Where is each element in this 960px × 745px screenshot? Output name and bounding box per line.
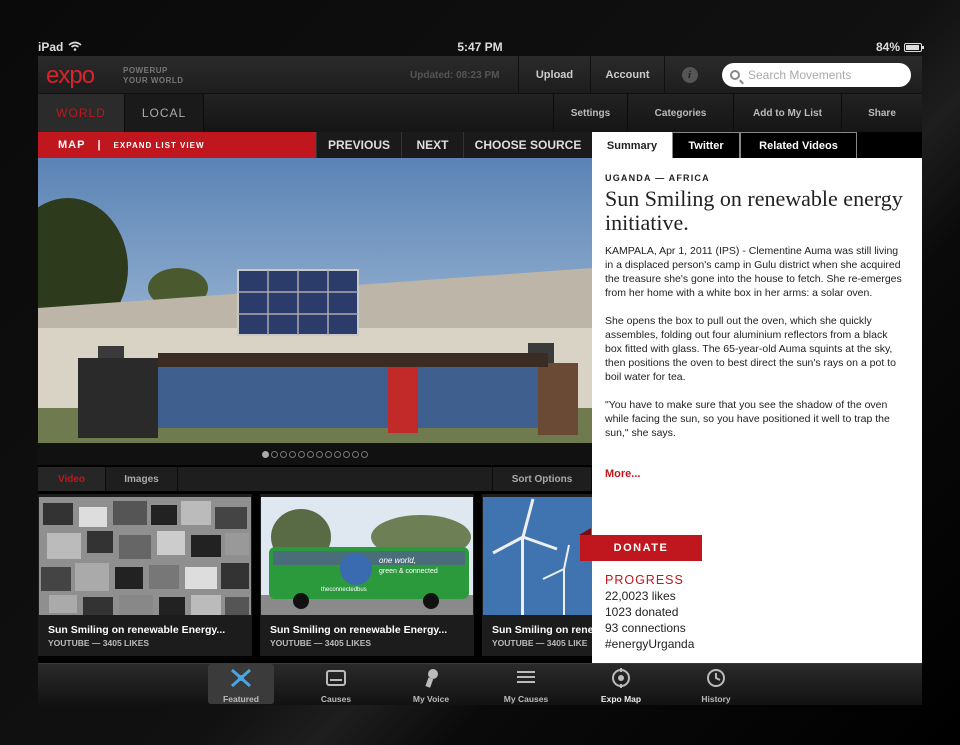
search-placeholder: Search Movements [748,68,852,82]
tab-my-voice[interactable]: My Voice [398,664,464,704]
tab-images[interactable]: Images [106,467,178,491]
carousel-dot[interactable] [289,450,296,458]
carousel-dot[interactable] [280,450,287,458]
expand-list-view[interactable]: EXPAND LIST VIEW [114,141,205,150]
carousel-dot[interactable] [352,450,359,458]
expo-logo[interactable]: expo [46,62,95,90]
app-window: expo POWERUP YOUR WORLD Updated: 08:23 P… [38,56,922,684]
carousel-dot[interactable] [316,450,323,458]
carousel-dot[interactable] [271,450,278,458]
video-thumbnail[interactable]: Sun Smiling on renewable Energy... YOUTU… [38,494,252,656]
carousel-dot[interactable] [361,450,368,458]
tab-local[interactable]: LOCAL [124,94,204,132]
info-button[interactable]: i [664,56,714,94]
article-paragraph: "You have to make sure that you see the … [605,399,890,439]
carousel-dot[interactable] [343,450,350,458]
account-button[interactable]: Account [590,56,664,94]
donated-count: 1023 donated [605,605,679,619]
donate-button[interactable]: DONATE [579,528,702,561]
map-bar[interactable]: MAP | EXPAND LIST VIEW [38,132,316,158]
bus-slogan-2: green & connected [379,568,438,575]
battery-percent: 84% [875,40,900,54]
tab-related-videos[interactable]: Related Videos [740,132,857,158]
tab-expo-map[interactable]: Expo Map [588,664,654,704]
article-body: KAMPALA, Apr 1, 2011 (IPS) - Clementine … [605,244,907,454]
carousel-dot[interactable] [298,450,305,458]
carousel-dot[interactable] [307,450,314,458]
tab-twitter[interactable]: Twitter [672,132,740,158]
map-separator: | [97,139,102,151]
video-thumbnail-image [483,497,592,615]
categories-button[interactable]: Categories [627,94,733,132]
hashtag[interactable]: #energyUrganda [605,636,694,652]
video-thumbnail-image: one world, green & connected theconnecte… [261,497,473,615]
choose-source-button[interactable]: CHOOSE SOURCE [463,132,592,158]
bus-slogan-1: one world, [379,556,416,565]
top-bar: expo POWERUP YOUR WORLD Updated: 08:23 P… [38,56,922,94]
more-link[interactable]: More... [605,468,640,480]
video-source: YOUTUBE — 3405 LIKES [270,638,372,648]
map-label: MAP [58,139,86,151]
search-input[interactable]: Search Movements [722,63,911,87]
video-title: Sun Smiling on rene [492,624,592,636]
progress-title: PROGRESS [605,573,684,587]
carousel-dot[interactable] [325,450,332,458]
video-title: Sun Smiling on renewable Energy... [270,624,448,636]
my-voice-icon [425,669,438,688]
clock-icon [707,669,725,687]
settings-button[interactable]: Settings [553,94,627,132]
add-to-list-button[interactable]: Add to My List [733,94,841,132]
status-time: 5:47 PM [457,40,503,54]
causes-icon [326,670,346,686]
updated-time: Updated: 08:23 PM [410,70,500,81]
upload-button[interactable]: Upload [518,56,590,94]
sort-options-button[interactable]: Sort Options [492,467,592,491]
video-thumbnail-image [39,497,251,615]
tab-video[interactable]: Video [38,467,106,491]
article-region: UGANDA — AFRICA [605,173,710,183]
scope-bar: WORLD LOCAL Settings Categories Add to M… [38,94,922,132]
previous-button[interactable]: PREVIOUS [316,132,401,158]
media-bar: Video Images Sort Options [38,467,592,491]
article-paragraph: KAMPALA, Apr 1, 2011 (IPS) - Clementine … [605,245,902,299]
tab-summary[interactable]: Summary [592,132,672,158]
search-icon [730,70,740,80]
video-thumbnail[interactable]: one world, green & connected theconnecte… [260,494,474,656]
bottom-tab-bar: Featured Causes My Voice My Causes Expo … [38,663,922,705]
carousel-dot[interactable] [262,450,269,458]
tagline: POWERUP YOUR WORLD [123,66,184,85]
progress-stats: PROGRESS 22,0023 likes 1023 donated 93 c… [605,572,694,652]
article-paragraph: She opens the box to pull out the oven, … [605,315,896,383]
featured-icon [231,668,251,688]
carousel-dots[interactable] [38,443,592,465]
tab-world[interactable]: WORLD [38,94,124,132]
carousel-dot[interactable] [334,450,341,458]
article-headline: Sun Smiling on renewable energy initiati… [605,186,903,235]
connections-count: 93 connections [605,621,686,635]
video-source: YOUTUBE — 3405 LIKE [492,638,588,648]
likes-count: 22,0023 likes [605,589,676,603]
tab-my-causes[interactable]: My Causes [493,664,559,704]
tab-featured[interactable]: Featured [208,664,274,704]
bus-slogan-3: theconnectedbus [321,587,367,593]
video-thumbnail[interactable]: Sun Smiling on rene YOUTUBE — 3405 LIKE [482,494,592,656]
article-panel: UGANDA — AFRICA Sun Smiling on renewable… [579,158,922,663]
hero-image[interactable] [38,158,592,443]
tab-causes[interactable]: Causes [303,664,369,704]
tab-history[interactable]: History [683,664,749,704]
video-title: Sun Smiling on renewable Energy... [48,624,226,636]
battery-icon [904,42,924,52]
video-source: YOUTUBE — 3405 LIKES [48,638,150,648]
next-button[interactable]: NEXT [401,132,463,158]
status-bar: iPad 5:47 PM 84% [38,38,924,56]
target-icon [612,668,630,688]
my-causes-icon [517,671,535,683]
share-button[interactable]: Share [841,94,922,132]
info-icon: i [681,67,698,83]
